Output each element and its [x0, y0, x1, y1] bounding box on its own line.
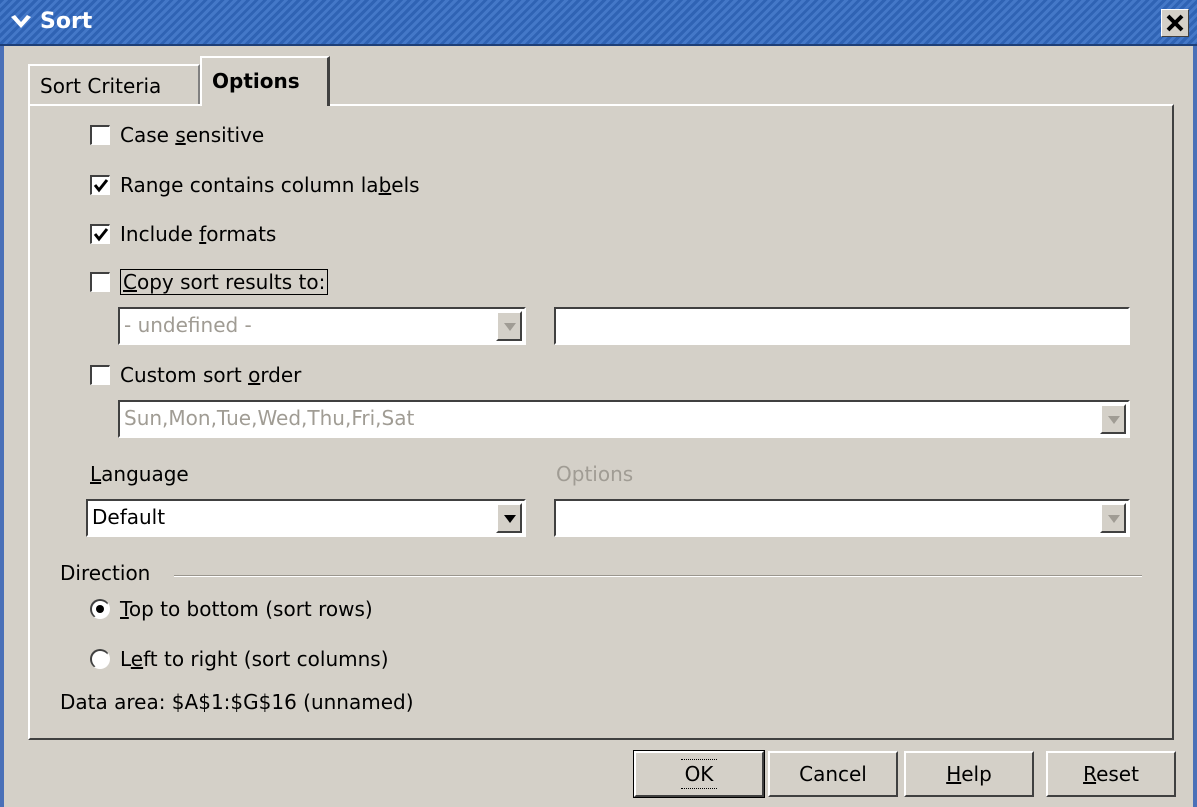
top-to-bottom-label: Top to bottom (sort rows)	[120, 597, 373, 621]
copy-target-input[interactable]	[554, 307, 1130, 345]
custom-order-option[interactable]: Custom sort order	[90, 360, 301, 390]
case-sensitive-option[interactable]: Case sensitive	[90, 120, 264, 150]
dropdown-arrow-icon[interactable]	[1100, 503, 1126, 533]
range-labels-label: Range contains column labels	[120, 173, 420, 197]
left-to-right-option[interactable]: Left to right (sort columns)	[90, 644, 389, 674]
checkmark-icon	[93, 179, 109, 193]
copy-results-label: Copy sort results to:	[120, 269, 329, 295]
options-select[interactable]	[554, 499, 1130, 537]
range-labels-checkbox[interactable]	[90, 175, 110, 195]
language-select-value: Default	[92, 505, 166, 529]
tab-options[interactable]: Options	[200, 56, 330, 106]
dropdown-arrow-icon[interactable]	[1100, 404, 1126, 434]
copy-results-checkbox[interactable]	[90, 272, 110, 292]
window-menu-chevron-icon[interactable]	[8, 10, 34, 36]
language-select[interactable]: Default	[86, 499, 526, 537]
copy-results-option[interactable]: Copy sort results to:	[90, 267, 329, 297]
ok-button[interactable]: OK	[633, 750, 765, 798]
ok-label: OK	[680, 759, 718, 789]
include-formats-label: Include formats	[120, 222, 277, 246]
copy-target-select[interactable]: - undefined -	[118, 307, 526, 345]
custom-order-select[interactable]: Sun,Mon,Tue,Wed,Thu,Fri,Sat	[118, 400, 1130, 438]
tab-sort-criteria[interactable]: Sort Criteria	[28, 64, 200, 106]
help-button[interactable]: Help	[904, 751, 1034, 797]
custom-order-label: Custom sort order	[120, 363, 302, 387]
title-bar: Sort	[0, 0, 1197, 46]
direction-label: Direction	[60, 561, 151, 585]
dropdown-arrow-icon[interactable]	[496, 503, 522, 533]
checkmark-icon	[93, 228, 109, 242]
left-to-right-radio[interactable]	[90, 649, 110, 669]
cancel-button[interactable]: Cancel	[768, 751, 898, 797]
top-to-bottom-radio[interactable]	[90, 599, 110, 619]
close-icon[interactable]	[1161, 9, 1189, 37]
include-formats-option[interactable]: Include formats	[90, 219, 276, 249]
left-to-right-label: Left to right (sort columns)	[120, 647, 389, 671]
range-labels-option[interactable]: Range contains column labels	[90, 170, 420, 200]
custom-order-select-value: Sun,Mon,Tue,Wed,Thu,Fri,Sat	[124, 406, 415, 430]
top-to-bottom-option[interactable]: Top to bottom (sort rows)	[90, 594, 373, 624]
options-label: Options	[556, 462, 634, 486]
case-sensitive-label: Case sensitive	[120, 123, 265, 147]
case-sensitive-checkbox[interactable]	[90, 125, 110, 145]
include-formats-checkbox[interactable]	[90, 224, 110, 244]
copy-target-select-value: - undefined -	[124, 313, 252, 337]
dropdown-arrow-icon[interactable]	[496, 311, 522, 341]
custom-order-checkbox[interactable]	[90, 365, 110, 385]
window-title: Sort	[40, 9, 93, 34]
reset-button[interactable]: Reset	[1046, 751, 1176, 797]
language-label: Language	[90, 462, 189, 486]
data-area-text: Data area: $A$1:$G$16 (unnamed)	[60, 690, 414, 714]
direction-divider	[174, 575, 1142, 577]
